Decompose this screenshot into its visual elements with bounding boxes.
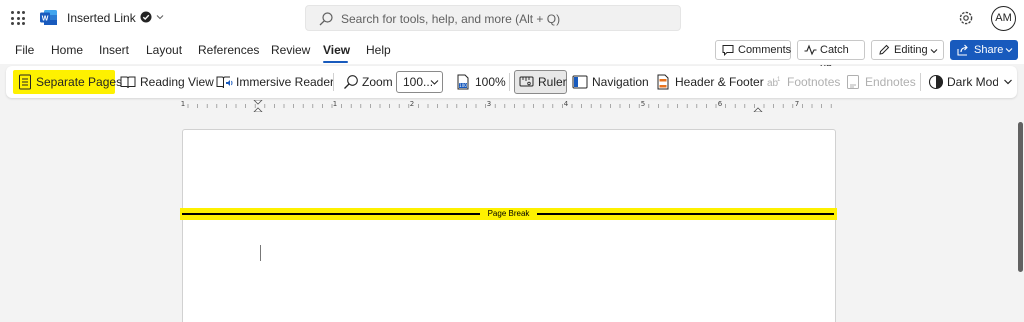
horizontal-ruler[interactable]: 1 1 2 3 4 5 6 7 bbox=[180, 100, 836, 112]
app-launcher-icon[interactable] bbox=[11, 11, 25, 25]
document-title[interactable]: Inserted Link bbox=[67, 11, 136, 25]
ruler-number: 3 bbox=[486, 100, 492, 108]
footnote-icon: ab 1 bbox=[767, 77, 781, 89]
navigation-label: Navigation bbox=[592, 75, 649, 89]
header-footer-button[interactable]: Header & Footer bbox=[656, 70, 764, 94]
page-100-icon: 100 bbox=[457, 74, 469, 90]
header-footer-label: Header & Footer bbox=[675, 75, 764, 89]
endnotes-label: Endnotes bbox=[865, 75, 916, 89]
dark-mode-icon bbox=[928, 74, 944, 90]
menu-review[interactable]: Review bbox=[271, 43, 310, 57]
menu-file[interactable]: File bbox=[15, 43, 34, 57]
footnotes-label: Footnotes bbox=[787, 75, 841, 89]
immersive-reader-button[interactable]: Immersive Reader bbox=[216, 70, 334, 94]
dark-mode-button[interactable]: Dark Mod bbox=[928, 70, 998, 94]
catch-up-button[interactable]: Catch up bbox=[797, 40, 865, 74]
menu-bar: File Home Insert Layout References Revie… bbox=[0, 36, 1024, 74]
menu-references[interactable]: References bbox=[198, 43, 259, 57]
svg-text:1: 1 bbox=[777, 77, 781, 83]
endnote-icon bbox=[847, 75, 859, 89]
ribbon-divider bbox=[333, 73, 334, 91]
menu-insert[interactable]: Insert bbox=[99, 43, 129, 57]
share-label: Share bbox=[974, 44, 1004, 56]
ruler-label: Ruler bbox=[538, 75, 567, 89]
gear-icon[interactable] bbox=[957, 9, 975, 27]
separate-pages-label: Separate Pages bbox=[36, 75, 123, 89]
page-break-line bbox=[537, 213, 834, 215]
search-box[interactable] bbox=[305, 5, 681, 31]
immersive-reader-icon bbox=[216, 76, 233, 89]
chevron-down-icon bbox=[430, 80, 439, 85]
ruler-number: 7 bbox=[794, 100, 800, 108]
share-icon bbox=[957, 44, 968, 56]
reading-view-label: Reading View bbox=[140, 75, 214, 89]
menu-help[interactable]: Help bbox=[366, 43, 391, 57]
share-button[interactable]: Share bbox=[950, 40, 1018, 60]
search-input[interactable] bbox=[341, 10, 671, 28]
pencil-icon bbox=[879, 44, 890, 55]
ruler-number: 5 bbox=[640, 100, 646, 108]
comment-icon bbox=[722, 45, 734, 56]
ruler-number: 2 bbox=[409, 100, 415, 108]
document-page[interactable] bbox=[182, 129, 836, 322]
separate-pages-button[interactable]: Separate Pages bbox=[13, 70, 122, 94]
reading-view-button[interactable]: Reading View bbox=[120, 70, 214, 94]
zoom-icon bbox=[344, 75, 358, 89]
comments-label: Comments bbox=[738, 44, 792, 56]
page-break-line bbox=[182, 213, 480, 215]
title-bar: W Inserted Link AM bbox=[0, 0, 1024, 36]
dark-mode-label: Dark Mod bbox=[947, 75, 998, 89]
chevron-down-icon[interactable] bbox=[155, 12, 165, 22]
scrollbar-thumb[interactable] bbox=[1018, 122, 1023, 272]
ruler-ticks bbox=[187, 100, 832, 112]
ribbon-divider bbox=[920, 73, 921, 91]
page-icon bbox=[19, 74, 31, 90]
page-break-label: Page Break bbox=[487, 209, 530, 218]
editing-mode-button[interactable]: Editing bbox=[871, 40, 944, 60]
ruler-icon bbox=[519, 76, 534, 87]
navigation-button[interactable]: Navigation bbox=[572, 70, 649, 94]
activity-icon bbox=[804, 44, 817, 56]
immersive-reader-label: Immersive Reader bbox=[236, 75, 335, 89]
saved-status-icon[interactable] bbox=[140, 11, 152, 23]
user-avatar[interactable]: AM bbox=[991, 6, 1016, 31]
chevron-down-icon bbox=[1005, 48, 1013, 53]
navigation-pane-icon bbox=[572, 75, 588, 89]
zoom-100-label: 100% bbox=[475, 75, 506, 89]
svg-text:W: W bbox=[42, 16, 49, 23]
header-footer-icon bbox=[657, 74, 669, 90]
ruler-toggle-button[interactable]: Ruler bbox=[514, 70, 567, 94]
ribbon-expand-chevron-icon[interactable] bbox=[1003, 77, 1013, 87]
editing-label: Editing bbox=[894, 44, 928, 56]
vertical-scrollbar[interactable] bbox=[1017, 118, 1024, 322]
endnotes-button[interactable]: Endnotes bbox=[846, 70, 916, 94]
zoom-100-button[interactable]: 100 100% bbox=[456, 70, 506, 94]
search-icon bbox=[319, 12, 333, 26]
zoom-label: Zoom bbox=[362, 75, 393, 89]
zoom-button[interactable]: Zoom bbox=[343, 70, 393, 94]
comments-button[interactable]: Comments bbox=[715, 40, 791, 60]
ruler-number: 4 bbox=[563, 100, 569, 108]
footnotes-button[interactable]: ab 1 Footnotes bbox=[766, 70, 841, 94]
menu-layout[interactable]: Layout bbox=[146, 43, 182, 57]
page-break-marker[interactable]: Page Break bbox=[180, 208, 837, 220]
ruler-number: 1 bbox=[180, 100, 186, 108]
ruler-number: 1 bbox=[332, 100, 338, 108]
book-icon bbox=[120, 76, 136, 89]
zoom-level-value: 100... bbox=[403, 75, 434, 89]
word-logo-icon: W bbox=[40, 10, 57, 25]
menu-view[interactable]: View bbox=[323, 43, 350, 57]
menu-home[interactable]: Home bbox=[51, 43, 83, 57]
svg-text:100: 100 bbox=[459, 83, 467, 88]
chevron-down-icon bbox=[930, 49, 938, 54]
ruler-number: 6 bbox=[717, 100, 723, 108]
text-cursor bbox=[260, 245, 261, 261]
ribbon-divider bbox=[509, 73, 510, 91]
zoom-level-dropdown[interactable]: 100... bbox=[396, 71, 443, 93]
view-ribbon: Separate Pages Reading View Immersive Re… bbox=[6, 66, 1017, 98]
active-tab-indicator bbox=[323, 61, 348, 63]
